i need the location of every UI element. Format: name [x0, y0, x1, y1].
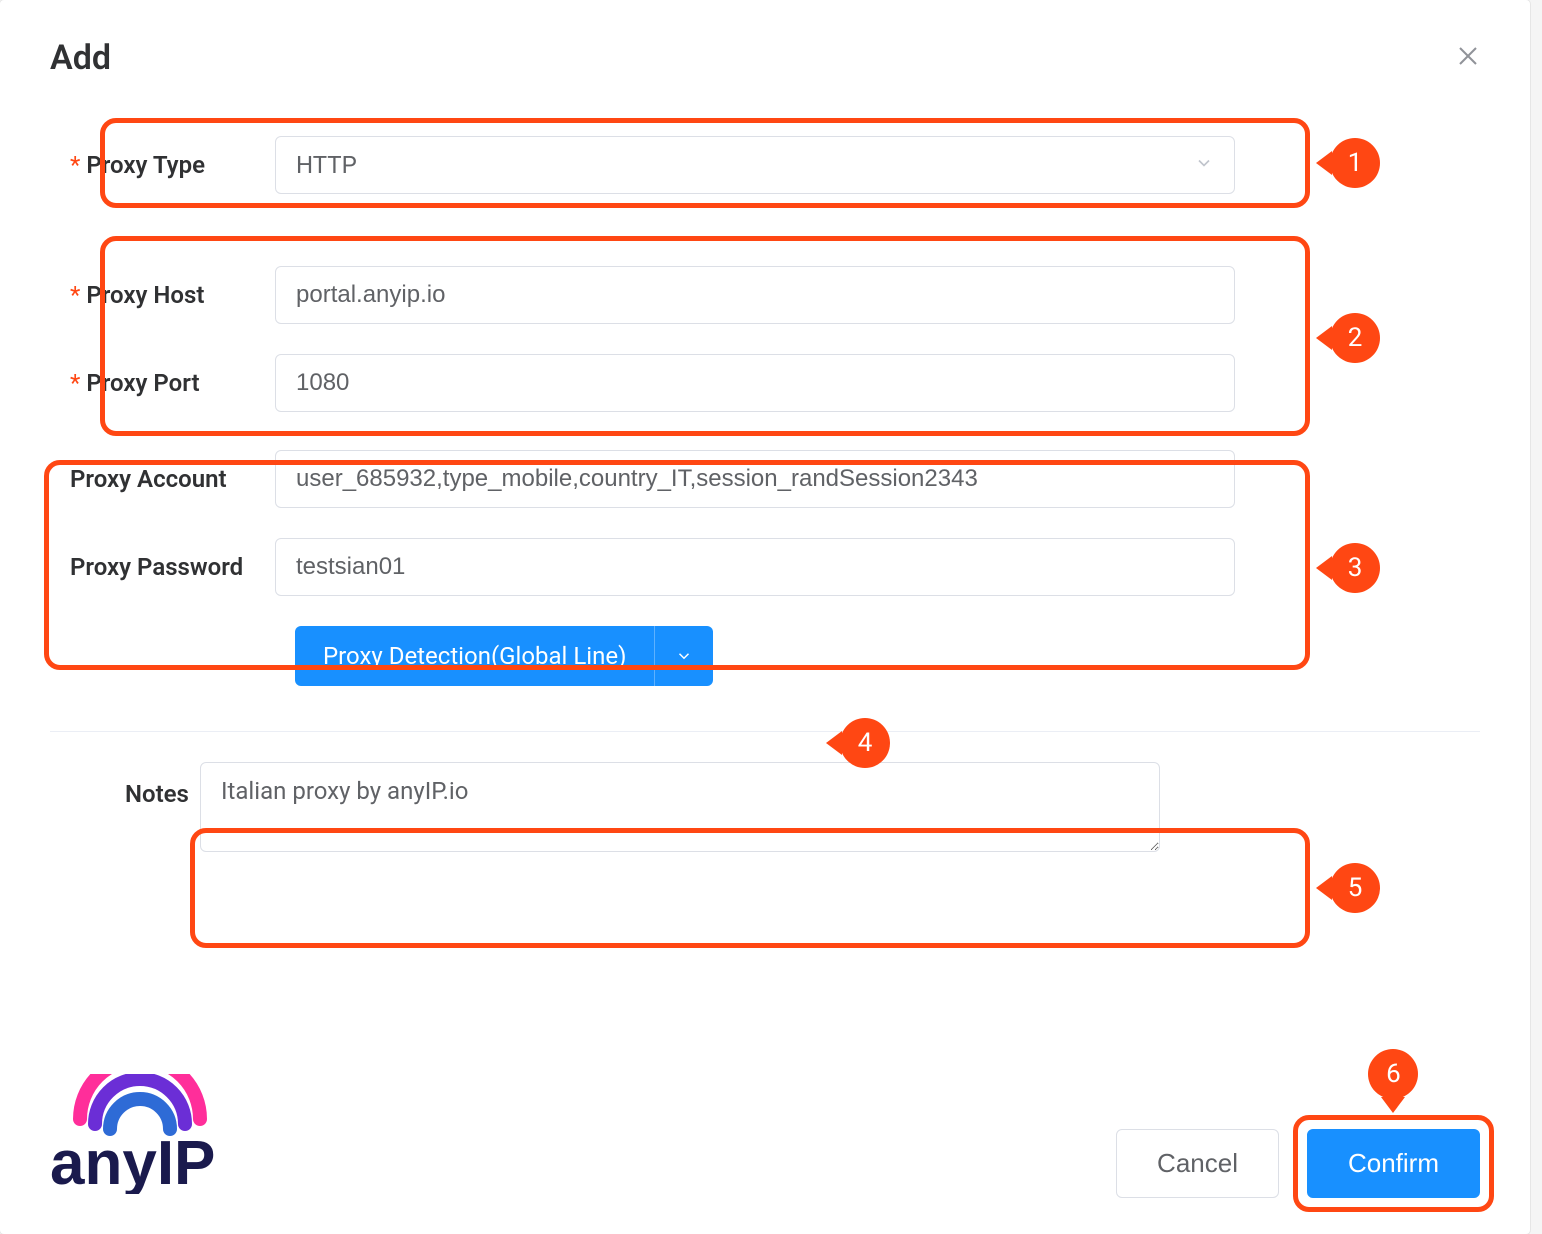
- annotation-num-4: 4: [840, 718, 890, 768]
- proxy-type-label: *Proxy Type: [50, 151, 275, 179]
- proxy-password-label: Proxy Password: [50, 553, 275, 581]
- confirm-button[interactable]: Confirm: [1307, 1129, 1480, 1198]
- proxy-password-input[interactable]: [275, 538, 1235, 596]
- cancel-button[interactable]: Cancel: [1116, 1129, 1279, 1198]
- proxy-detection-button[interactable]: Proxy Detection(Global Line): [295, 626, 713, 686]
- proxy-detection-label: Proxy Detection(Global Line): [295, 626, 655, 686]
- annotation-num-6: 6: [1368, 1049, 1418, 1099]
- notes-textarea[interactable]: [200, 762, 1160, 852]
- add-proxy-modal: Add *Proxy Type HTTP: [0, 0, 1530, 1234]
- close-icon[interactable]: [1456, 44, 1480, 73]
- chevron-down-icon: [1194, 151, 1214, 179]
- proxy-detection-dropdown[interactable]: [655, 626, 713, 686]
- proxy-account-input[interactable]: [275, 450, 1235, 508]
- annotation-num-5: 5: [1330, 863, 1380, 913]
- proxy-host-input[interactable]: [275, 266, 1235, 324]
- divider: [50, 731, 1480, 732]
- modal-title: Add: [50, 38, 111, 78]
- modal-header: Add: [50, 38, 1480, 78]
- proxy-type-select[interactable]: HTTP: [275, 136, 1235, 194]
- proxy-host-label: *Proxy Host: [50, 281, 275, 309]
- proxy-port-label: *Proxy Port: [50, 369, 275, 397]
- proxy-type-value: HTTP: [296, 151, 357, 179]
- modal-footer: anyIP Cancel Confirm 6: [50, 1074, 1480, 1198]
- proxy-port-input[interactable]: [275, 354, 1235, 412]
- svg-text:anyIP: anyIP: [50, 1129, 215, 1194]
- notes-label: Notes: [50, 762, 200, 808]
- proxy-account-label: Proxy Account: [50, 465, 275, 493]
- form-area: *Proxy Type HTTP *Proxy Host: [50, 128, 1480, 856]
- anyip-logo: anyIP: [50, 1074, 310, 1198]
